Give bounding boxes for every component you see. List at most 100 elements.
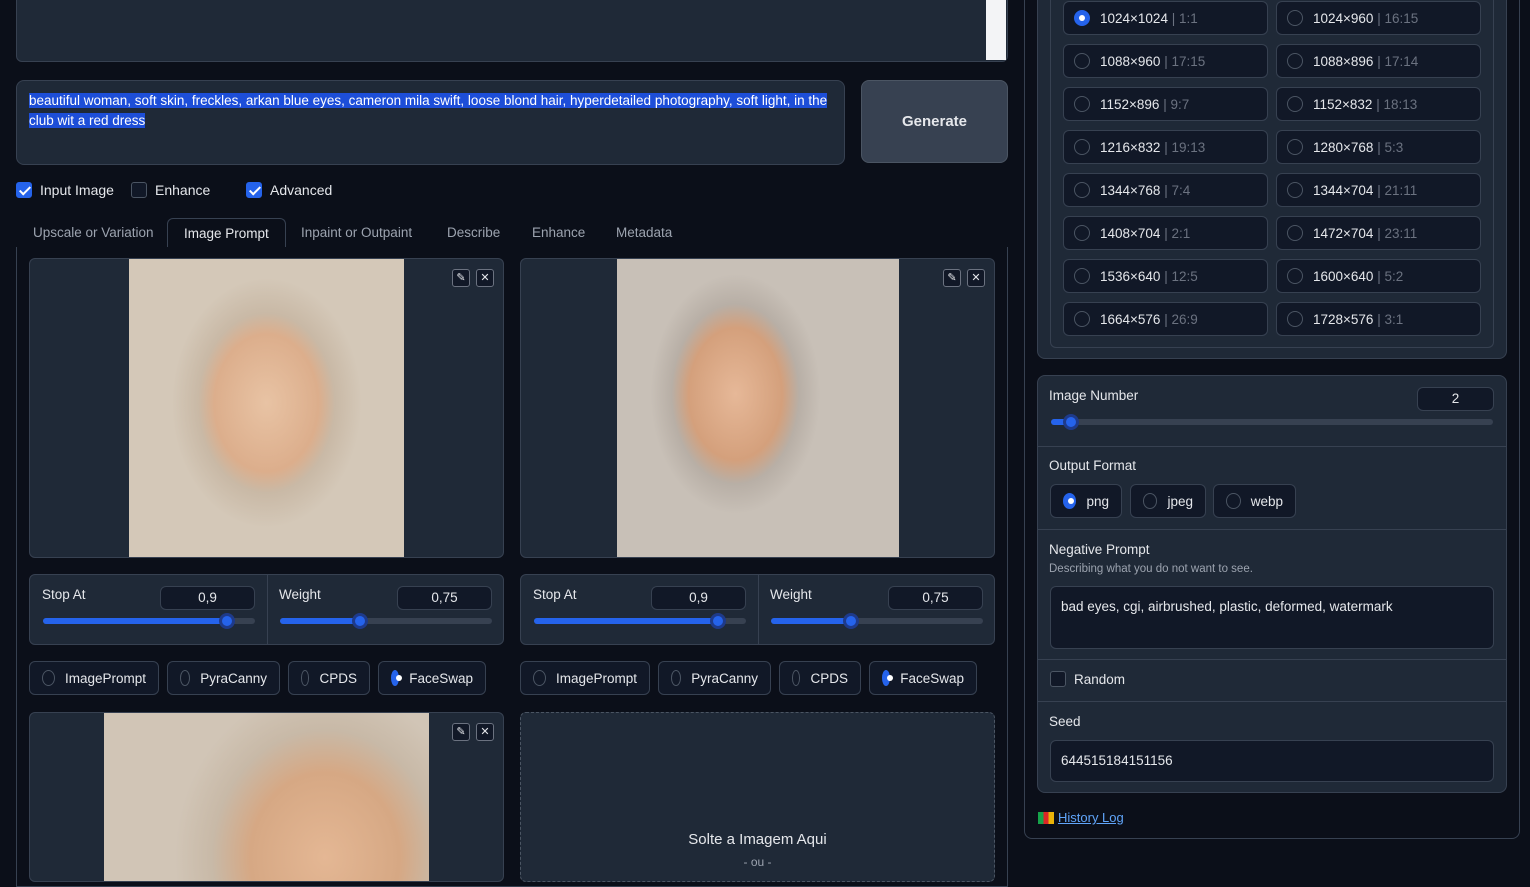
aspect-ratio-option[interactable]: 1408×704 | 2:1 bbox=[1063, 216, 1268, 250]
type-imageprompt-2[interactable]: ImagePrompt bbox=[520, 661, 650, 695]
enhance-checkbox[interactable]: Enhance bbox=[131, 182, 210, 198]
type-faceswap-2[interactable]: FaceSwap bbox=[869, 661, 977, 695]
radio-icon bbox=[1143, 493, 1158, 509]
aspect-ratio-option[interactable]: 1088×960 | 17:15 bbox=[1063, 44, 1268, 78]
prompt-text: beautiful woman, soft skin, freckles, ar… bbox=[29, 93, 828, 128]
top-textarea[interactable] bbox=[16, 0, 1008, 62]
edit-icon[interactable]: ✎ bbox=[452, 723, 470, 741]
aspect-ratio-text: 1088×960 | 17:15 bbox=[1100, 54, 1205, 69]
weight-slider[interactable] bbox=[771, 613, 983, 629]
format-webp[interactable]: webp bbox=[1213, 484, 1296, 518]
format-jpeg[interactable]: jpeg bbox=[1130, 484, 1206, 518]
aspect-ratio-label: 1024×1024 bbox=[1100, 10, 1168, 26]
type-label: ImagePrompt bbox=[555, 670, 637, 686]
type-faceswap-1[interactable]: FaceSwap bbox=[378, 661, 486, 695]
close-icon[interactable]: ✕ bbox=[967, 269, 985, 287]
weight-slider[interactable] bbox=[280, 613, 492, 629]
history-log-link[interactable]: History Log bbox=[1038, 810, 1124, 825]
aspect-ratio-option[interactable]: 1024×1024 | 1:1 bbox=[1063, 1, 1268, 35]
radio-icon bbox=[671, 670, 682, 686]
image-number-slider[interactable] bbox=[1051, 414, 1493, 430]
slider-handle[interactable] bbox=[843, 613, 859, 629]
input-image-checkbox[interactable]: Input Image bbox=[16, 182, 114, 198]
aspect-ratio-option[interactable]: 1152×832 | 18:13 bbox=[1276, 87, 1481, 121]
aspect-ratio-option[interactable]: 1088×896 | 17:14 bbox=[1276, 44, 1481, 78]
type-cpds-1[interactable]: CPDS bbox=[288, 661, 370, 695]
aspect-ratio-label: 1408×704 bbox=[1100, 225, 1161, 241]
aspect-ratio-label: 1088×960 bbox=[1100, 53, 1161, 69]
tab-upscale[interactable]: Upscale or Variation bbox=[33, 218, 154, 248]
close-icon[interactable]: ✕ bbox=[476, 723, 494, 741]
checkbox-icon bbox=[131, 182, 147, 198]
stop-at-input[interactable]: 0,9 bbox=[160, 586, 255, 610]
type-label: CPDS bbox=[319, 670, 357, 686]
aspect-ratio-text: 1600×640 | 5:2 bbox=[1313, 269, 1403, 284]
aspect-ratio-ratio: 2:1 bbox=[1171, 225, 1191, 241]
edit-icon[interactable]: ✎ bbox=[943, 269, 961, 287]
stop-at-input[interactable]: 0,9 bbox=[651, 586, 746, 610]
seed-input[interactable]: 644515184151156 bbox=[1050, 740, 1494, 782]
separator: | bbox=[1373, 311, 1385, 327]
aspect-ratio-option[interactable]: 1536×640 | 12:5 bbox=[1063, 259, 1268, 293]
slider-handle[interactable] bbox=[710, 613, 726, 629]
aspect-ratio-text: 1024×960 | 16:15 bbox=[1313, 11, 1418, 26]
aspect-ratio-text: 1664×576 | 26:9 bbox=[1100, 312, 1198, 327]
aspect-ratio-ratio: 16:15 bbox=[1384, 10, 1419, 26]
image-drop-zone[interactable]: Solte a Imagem Aqui - ou - bbox=[520, 712, 995, 882]
tab-metadata[interactable]: Metadata bbox=[616, 218, 672, 248]
image-number-label: Image Number bbox=[1049, 388, 1139, 403]
divider bbox=[1038, 659, 1506, 660]
slider-handle[interactable] bbox=[1063, 414, 1079, 430]
type-pyracanny-2[interactable]: PyraCanny bbox=[658, 661, 771, 695]
type-cpds-2[interactable]: CPDS bbox=[779, 661, 861, 695]
format-png[interactable]: png bbox=[1050, 484, 1122, 518]
image-2-controls: Stop At 0,9 Weight 0,75 bbox=[520, 574, 995, 645]
type-imageprompt-1[interactable]: ImagePrompt bbox=[29, 661, 159, 695]
generate-button[interactable]: Generate bbox=[861, 80, 1008, 163]
stop-at-slider[interactable] bbox=[534, 613, 746, 629]
aspect-ratio-option[interactable]: 1664×576 | 26:9 bbox=[1063, 302, 1268, 336]
radio-icon bbox=[1287, 225, 1303, 241]
type-pyracanny-1[interactable]: PyraCanny bbox=[167, 661, 280, 695]
tab-describe[interactable]: Describe bbox=[447, 218, 500, 248]
aspect-ratio-option[interactable]: 1344×704 | 21:11 bbox=[1276, 173, 1481, 207]
seed-value: 644515184151156 bbox=[1061, 753, 1173, 768]
aspect-ratio-ratio: 17:15 bbox=[1171, 53, 1206, 69]
aspect-ratio-option[interactable]: 1280×768 | 5:3 bbox=[1276, 130, 1481, 164]
random-checkbox[interactable]: Random bbox=[1050, 671, 1125, 687]
scrollbar-thumb[interactable] bbox=[986, 0, 1006, 60]
image-number-input[interactable]: 2 bbox=[1417, 387, 1494, 411]
type-label: PyraCanny bbox=[200, 670, 267, 686]
radio-icon bbox=[1074, 268, 1090, 284]
tab-image-prompt[interactable]: Image Prompt bbox=[167, 218, 286, 248]
aspect-ratio-label: 1664×576 bbox=[1100, 311, 1161, 327]
aspect-ratio-option[interactable]: 1728×576 | 3:1 bbox=[1276, 302, 1481, 336]
image-prompt-2[interactable]: ✎ ✕ bbox=[520, 258, 995, 558]
radio-icon bbox=[301, 670, 310, 686]
slider-handle[interactable] bbox=[352, 613, 368, 629]
aspect-ratio-option[interactable]: 1600×640 | 5:2 bbox=[1276, 259, 1481, 293]
aspect-ratio-ratio: 12:5 bbox=[1171, 268, 1198, 284]
close-icon[interactable]: ✕ bbox=[476, 269, 494, 287]
image-prompt-3[interactable]: ✎ ✕ bbox=[29, 712, 504, 882]
aspect-ratio-option[interactable]: 1216×832 | 19:13 bbox=[1063, 130, 1268, 164]
prompt-textarea[interactable]: beautiful woman, soft skin, freckles, ar… bbox=[16, 80, 845, 165]
enhance-label: Enhance bbox=[155, 182, 211, 198]
radio-icon bbox=[391, 670, 403, 686]
slider-handle[interactable] bbox=[219, 613, 235, 629]
aspect-ratio-option[interactable]: 1344×768 | 7:4 bbox=[1063, 173, 1268, 207]
weight-input[interactable]: 0,75 bbox=[888, 586, 983, 610]
edit-icon[interactable]: ✎ bbox=[452, 269, 470, 287]
aspect-ratio-option[interactable]: 1472×704 | 23:11 bbox=[1276, 216, 1481, 250]
tab-enhance[interactable]: Enhance bbox=[532, 218, 585, 248]
aspect-ratio-label: 1152×896 bbox=[1100, 96, 1160, 112]
stop-at-slider[interactable] bbox=[43, 613, 255, 629]
advanced-checkbox[interactable]: Advanced bbox=[246, 182, 332, 198]
image-prompt-1[interactable]: ✎ ✕ bbox=[29, 258, 504, 558]
weight-input[interactable]: 0,75 bbox=[397, 586, 492, 610]
negative-prompt-input[interactable]: bad eyes, cgi, airbrushed, plastic, defo… bbox=[1050, 586, 1494, 649]
aspect-ratio-option[interactable]: 1152×896 | 9:7 bbox=[1063, 87, 1268, 121]
aspect-ratio-option[interactable]: 1024×960 | 16:15 bbox=[1276, 1, 1481, 35]
tab-inpaint[interactable]: Inpaint or Outpaint bbox=[301, 218, 412, 248]
aspect-ratio-text: 1728×576 | 3:1 bbox=[1313, 312, 1403, 327]
